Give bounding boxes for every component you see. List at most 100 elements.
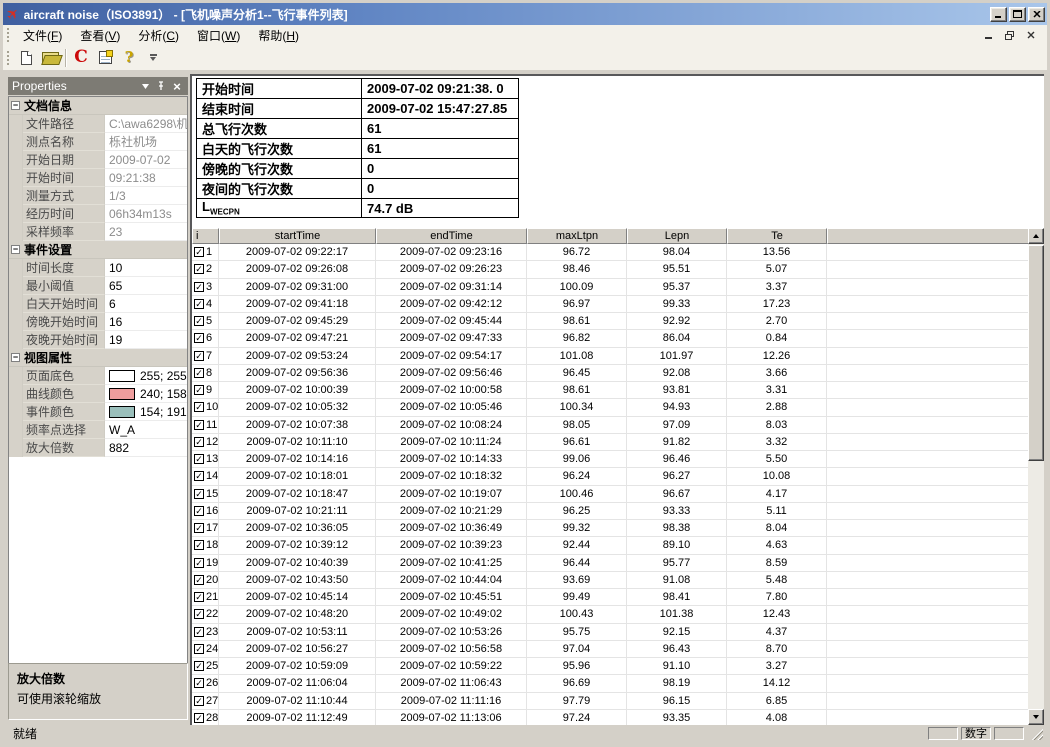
menu-item-view[interactable]: 查看(V) [71,27,129,45]
property-value[interactable]: 882 [105,439,187,457]
property-value[interactable]: 23 [105,223,187,241]
menu-item-window[interactable]: 窗口(W) [188,27,249,45]
property-value[interactable]: 09:21:38 [105,169,187,187]
color-swatch[interactable] [109,370,135,382]
toolbar-open-file-button[interactable] [38,47,62,69]
event-row[interactable]: ✓202009-07-02 10:43:502009-07-02 10:44:0… [192,572,1028,589]
property-row[interactable]: 开始时间09:21:38 [9,169,187,187]
event-row[interactable]: ✓122009-07-02 10:11:102009-07-02 10:11:2… [192,434,1028,451]
column-header-i[interactable]: i [192,228,219,244]
event-row[interactable]: ✓182009-07-02 10:39:122009-07-02 10:39:2… [192,537,1028,554]
mdi-restore-button[interactable] [1001,28,1018,43]
row-checkbox[interactable]: ✓ [194,523,204,533]
row-checkbox[interactable]: ✓ [194,471,204,481]
row-checkbox[interactable]: ✓ [194,385,204,395]
event-row[interactable]: ✓192009-07-02 10:40:392009-07-02 10:41:2… [192,555,1028,572]
row-checkbox[interactable]: ✓ [194,506,204,516]
toolbar-grip-handle[interactable] [7,51,10,65]
row-checkbox[interactable]: ✓ [194,437,204,447]
row-checkbox[interactable]: ✓ [194,368,204,378]
property-row[interactable]: 白天开始时间6 [9,295,187,313]
event-row[interactable]: ✓162009-07-02 10:21:112009-07-02 10:21:2… [192,503,1028,520]
row-checkbox[interactable]: ✓ [194,540,204,550]
toolbar-properties-button[interactable] [93,47,117,69]
property-row[interactable]: 经历时间06h34m13s [9,205,187,223]
property-section-header[interactable]: −事件设置 [9,241,187,259]
row-checkbox[interactable]: ✓ [194,402,204,412]
event-row[interactable]: ✓102009-07-02 10:05:322009-07-02 10:05:4… [192,399,1028,416]
event-row[interactable]: ✓212009-07-02 10:45:142009-07-02 10:45:5… [192,589,1028,606]
column-header-startTime[interactable]: startTime [219,228,376,244]
property-value[interactable]: 2009-07-02 [105,151,187,169]
minimize-button[interactable] [990,7,1007,22]
color-swatch[interactable] [109,406,135,418]
property-value[interactable]: 10 [105,259,187,277]
row-checkbox[interactable]: ✓ [194,420,204,430]
row-checkbox[interactable]: ✓ [194,575,204,585]
event-row[interactable]: ✓242009-07-02 10:56:272009-07-02 10:56:5… [192,641,1028,658]
row-checkbox[interactable]: ✓ [194,264,204,274]
row-checkbox[interactable]: ✓ [194,558,204,568]
event-row[interactable]: ✓52009-07-02 09:45:292009-07-02 09:45:44… [192,313,1028,330]
event-row[interactable]: ✓272009-07-02 11:10:442009-07-02 11:11:1… [192,693,1028,710]
event-row[interactable]: ✓132009-07-02 10:14:162009-07-02 10:14:3… [192,451,1028,468]
property-row[interactable]: 夜晚开始时间19 [9,331,187,349]
property-row[interactable]: 最小阈值65 [9,277,187,295]
color-swatch[interactable] [109,388,135,400]
event-row[interactable]: ✓262009-07-02 11:06:042009-07-02 11:06:4… [192,675,1028,692]
column-header-Te[interactable]: Te [727,228,827,244]
panel-close-icon[interactable]: × [170,79,184,93]
event-row[interactable]: ✓42009-07-02 09:41:182009-07-02 09:42:12… [192,296,1028,313]
event-row[interactable]: ✓62009-07-02 09:47:212009-07-02 09:47:33… [192,330,1028,347]
resize-grip[interactable] [1030,727,1043,740]
event-row[interactable]: ✓222009-07-02 10:48:202009-07-02 10:49:0… [192,606,1028,623]
mdi-minimize-button[interactable] [980,28,997,43]
toolbar-c-weighting-button[interactable]: C [69,47,93,69]
close-button[interactable] [1028,7,1045,22]
property-value[interactable]: 1/3 [105,187,187,205]
property-value[interactable]: 栎社机场 [105,133,187,151]
property-row[interactable]: 测点名称栎社机场 [9,133,187,151]
property-value[interactable]: 6 [105,295,187,313]
property-row[interactable]: 时间长度10 [9,259,187,277]
property-value[interactable]: W_A [105,421,187,439]
menu-item-analyze[interactable]: 分析(C) [129,27,188,45]
panel-menu-chevron-icon[interactable] [138,79,152,93]
event-row[interactable]: ✓152009-07-02 10:18:472009-07-02 10:19:0… [192,486,1028,503]
property-row[interactable]: 频率点选择W_A [9,421,187,439]
row-checkbox[interactable]: ✓ [194,661,204,671]
row-checkbox[interactable]: ✓ [194,627,204,637]
collapse-minus-icon[interactable]: − [11,353,20,362]
event-row[interactable]: ✓92009-07-02 10:00:392009-07-02 10:00:58… [192,382,1028,399]
row-checkbox[interactable]: ✓ [194,609,204,619]
property-row[interactable]: 采样频率23 [9,223,187,241]
row-checkbox[interactable]: ✓ [194,299,204,309]
mdi-close-button[interactable] [1022,28,1039,43]
event-row[interactable]: ✓72009-07-02 09:53:242009-07-02 09:54:17… [192,348,1028,365]
row-checkbox[interactable]: ✓ [194,316,204,326]
event-row[interactable]: ✓32009-07-02 09:31:002009-07-02 09:31:14… [192,279,1028,296]
property-row[interactable]: 放大倍数882 [9,439,187,457]
row-checkbox[interactable]: ✓ [194,696,204,706]
row-checkbox[interactable]: ✓ [194,713,204,723]
row-checkbox[interactable]: ✓ [194,282,204,292]
menubar-grip-handle[interactable] [7,28,10,42]
toolbar-toolbar-options-button[interactable] [141,47,165,69]
row-checkbox[interactable]: ✓ [194,592,204,602]
property-row[interactable]: 页面底色255; 255; 25 [9,367,187,385]
row-checkbox[interactable]: ✓ [194,644,204,654]
event-row[interactable]: ✓232009-07-02 10:53:112009-07-02 10:53:2… [192,624,1028,641]
event-row[interactable]: ✓172009-07-02 10:36:052009-07-02 10:36:4… [192,520,1028,537]
property-section-header[interactable]: −视图属性 [9,349,187,367]
event-row[interactable]: ✓12009-07-02 09:22:172009-07-02 09:23:16… [192,244,1028,261]
property-row[interactable]: 开始日期2009-07-02 [9,151,187,169]
maximize-button[interactable] [1009,7,1026,22]
toolbar-help-button[interactable]: ? [117,47,141,69]
event-row[interactable]: ✓142009-07-02 10:18:012009-07-02 10:18:3… [192,468,1028,485]
collapse-minus-icon[interactable]: − [11,245,20,254]
property-value[interactable]: 240; 158; 15 [105,385,187,403]
toolbar-new-document-button[interactable] [14,47,38,69]
scrollbar-thumb[interactable] [1028,245,1044,461]
property-value[interactable]: C:\awa6298\机场 [105,115,187,133]
event-row[interactable]: ✓22009-07-02 09:26:082009-07-02 09:26:23… [192,261,1028,278]
